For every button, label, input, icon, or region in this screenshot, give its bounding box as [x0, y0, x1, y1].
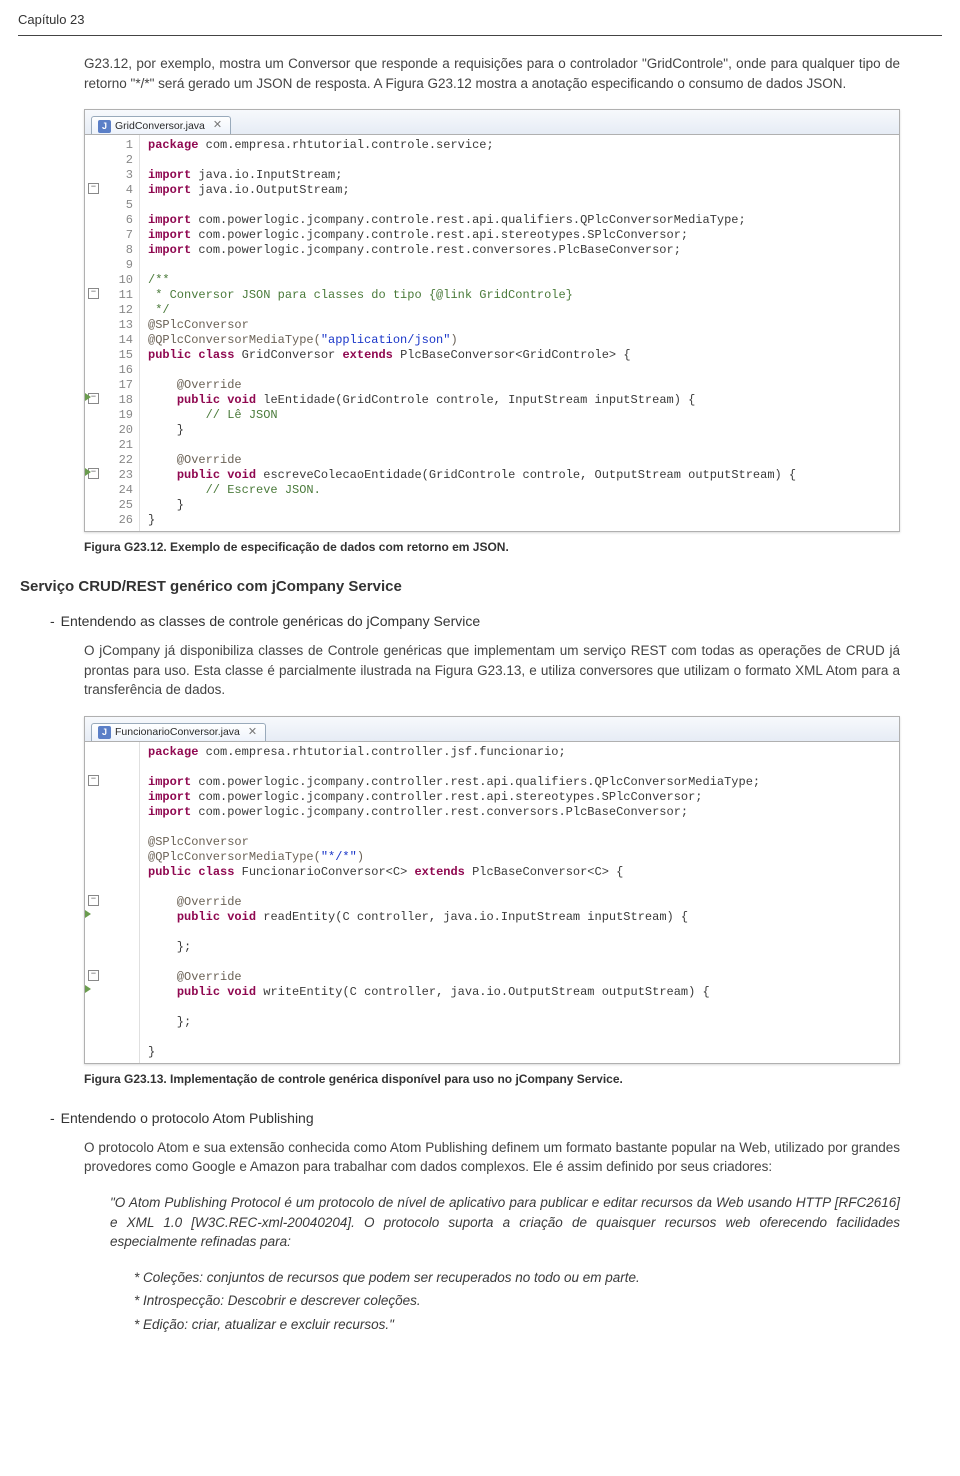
code-line: public class FuncionarioConversor<C> ext… [148, 865, 760, 880]
code-line [148, 1030, 760, 1045]
paragraph-classes: O jCompany já disponibiliza classes de C… [84, 641, 900, 700]
code-line: // Escreve JSON. [148, 483, 796, 498]
code-line: @QPlcConversorMediaType("*/*") [148, 850, 760, 865]
code-line: }; [148, 940, 760, 955]
code-line: * Conversor JSON para classes do tipo {@… [148, 288, 796, 303]
close-icon[interactable]: ✕ [213, 119, 222, 133]
editor-tab-label: FuncionarioConversor.java [115, 726, 240, 739]
code-editor-funcionarioconversor: J FuncionarioConversor.java ✕ −−−package… [84, 716, 900, 1064]
code-line: import java.io.OutputStream; [148, 183, 796, 198]
code-line [148, 760, 760, 775]
figure-caption-1: Figura G23.12. Exemplo de especificação … [84, 540, 900, 554]
code-line: /** [148, 273, 796, 288]
code-line [148, 153, 796, 168]
figure-caption-2: Figura G23.13. Implementação de controle… [84, 1072, 900, 1086]
code-line: @Override [148, 895, 760, 910]
code-line: import com.powerlogic.jcompany.controle.… [148, 243, 796, 258]
chapter-label: Capítulo 23 [0, 0, 960, 35]
editor-tab-bar: J GridConversor.java ✕ [85, 110, 899, 135]
code-line: import com.powerlogic.jcompany.controle.… [148, 213, 796, 228]
code-line [148, 363, 796, 378]
code-line [148, 955, 760, 970]
code-line: import com.powerlogic.jcompany.controlle… [148, 775, 760, 790]
java-file-icon: J [98, 726, 111, 739]
code-line: public class GridConversor extends PlcBa… [148, 348, 796, 363]
code-line [148, 880, 760, 895]
code-line: // Lê JSON [148, 408, 796, 423]
code-line [148, 198, 796, 213]
code-line [148, 1000, 760, 1015]
editor-tab[interactable]: J GridConversor.java ✕ [91, 116, 231, 134]
code-line: @SPlcConversor [148, 835, 760, 850]
code-line: @SPlcConversor [148, 318, 796, 333]
code-line: @Override [148, 378, 796, 393]
code-line: import java.io.InputStream; [148, 168, 796, 183]
code-line: public void readEntity(C controller, jav… [148, 910, 760, 925]
paragraph-intro: G23.12, por exemplo, mostra um Conversor… [84, 54, 900, 93]
quote-list-item: * Coleções: conjuntos de recursos que po… [134, 1268, 900, 1288]
code-line [148, 820, 760, 835]
code-line: package com.empresa.rhtutorial.controlle… [148, 745, 760, 760]
quote-list-item: * Edição: criar, atualizar e excluir rec… [134, 1315, 900, 1335]
quote-list-item: * Introspecção: Descobrir e descrever co… [134, 1291, 900, 1311]
code-line [148, 925, 760, 940]
code-editor-gridconversor: J GridConversor.java ✕ 123−45678910−1112… [84, 109, 900, 532]
code-line [148, 438, 796, 453]
code-line: } [148, 1045, 760, 1060]
editor-tab-bar: J FuncionarioConversor.java ✕ [85, 717, 899, 742]
editor-tab-label: GridConversor.java [115, 120, 205, 133]
subsection-title-2: -Entendendo o protocolo Atom Publishing [50, 1110, 900, 1126]
header-divider [18, 35, 942, 36]
code-line: @Override [148, 453, 796, 468]
code-line: public void leEntidade(GridControle cont… [148, 393, 796, 408]
code-line: public void escreveColecaoEntidade(GridC… [148, 468, 796, 483]
editor-tab[interactable]: J FuncionarioConversor.java ✕ [91, 723, 266, 741]
code-line: public void writeEntity(C controller, ja… [148, 985, 760, 1000]
close-icon[interactable]: ✕ [248, 726, 257, 740]
code-line: } [148, 423, 796, 438]
code-line [148, 258, 796, 273]
page-body: G23.12, por exemplo, mostra um Conversor… [0, 54, 960, 1368]
java-file-icon: J [98, 120, 111, 133]
code-line: import com.powerlogic.jcompany.controle.… [148, 228, 796, 243]
subsection-title-1: -Entendendo as classes de controle genér… [50, 613, 900, 629]
code-line: } [148, 513, 796, 528]
paragraph-atom: O protocolo Atom e sua extensão conhecid… [84, 1138, 900, 1177]
section-title: Serviço CRUD/REST genérico com jCompany … [20, 578, 900, 595]
code-line: @QPlcConversorMediaType("application/jso… [148, 333, 796, 348]
code-line: @Override [148, 970, 760, 985]
code-line: package com.empresa.rhtutorial.controle.… [148, 138, 796, 153]
code-line: }; [148, 1015, 760, 1030]
code-line: import com.powerlogic.jcompany.controlle… [148, 790, 760, 805]
quote-definition: "O Atom Publishing Protocol é um protoco… [110, 1193, 900, 1252]
code-line: import com.powerlogic.jcompany.controlle… [148, 805, 760, 820]
code-line: */ [148, 303, 796, 318]
code-line: } [148, 498, 796, 513]
